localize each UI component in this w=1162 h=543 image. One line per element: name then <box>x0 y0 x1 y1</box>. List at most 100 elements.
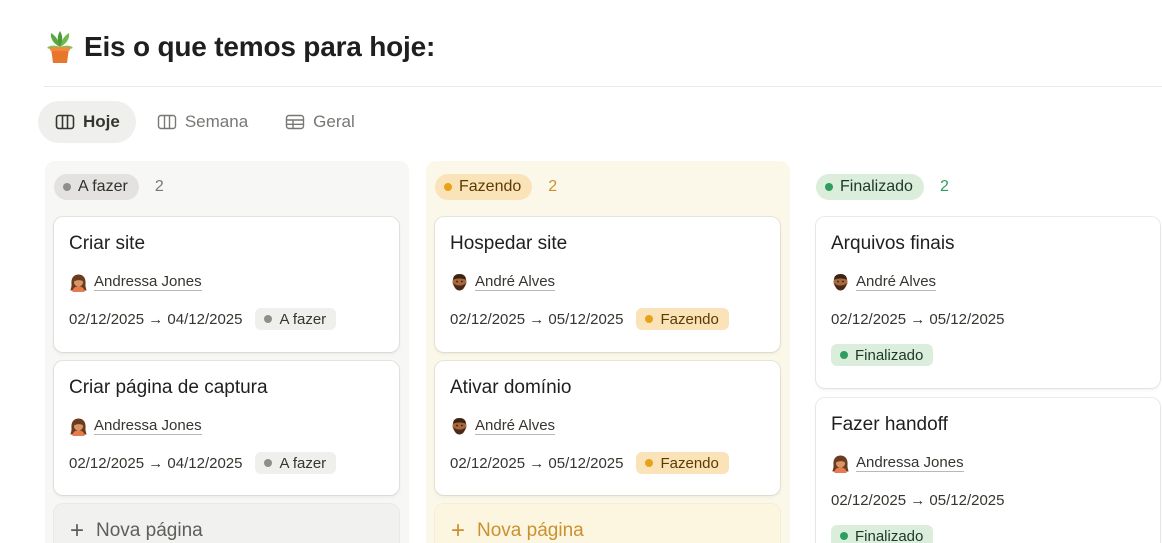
column-header: Fazendo 2 <box>435 174 557 200</box>
card-title: Fazer handoff <box>831 414 948 435</box>
column-count: 2 <box>939 178 949 195</box>
new-page-label: Nova página <box>477 520 584 541</box>
status-badge[interactable]: Finalizado <box>816 174 924 200</box>
card-meta: 02/12/2025 → 05/12/2025 <box>831 308 1145 330</box>
column-a-fazer: A fazer 2 Criar site Andressa Jones 02/1… <box>45 161 409 543</box>
tab-geral[interactable]: Geral <box>268 101 371 143</box>
status-dot-icon <box>840 532 848 540</box>
woman-avatar-icon <box>69 273 88 292</box>
status-dot-icon <box>825 183 833 191</box>
status-tag: Fazendo <box>636 452 729 474</box>
card-person[interactable]: Andressa Jones <box>69 272 384 292</box>
person-name: Andressa Jones <box>94 417 202 435</box>
page-header: Eis o que temos para hoje: <box>46 30 435 64</box>
status-tag: Finalizado <box>831 525 934 543</box>
status-tag-label: Finalizado <box>855 527 924 543</box>
person-name: André Alves <box>475 417 556 435</box>
board-icon <box>55 114 75 130</box>
column-finalizado: Finalizado 2 Arquivos finais André Alves… <box>807 161 1162 543</box>
status-dot-icon <box>840 351 848 359</box>
column-count: 2 <box>154 178 164 195</box>
plus-icon: + <box>451 517 466 543</box>
card-meta: 02/12/2025 → 05/12/2025 Fazendo <box>450 452 765 474</box>
card-title: Ativar domínio <box>450 377 572 398</box>
card[interactable]: Ativar domínio André Alves 02/12/2025 → … <box>435 361 780 495</box>
status-tag: Finalizado <box>831 344 934 366</box>
date-range: 02/12/2025 → 05/12/2025 <box>450 454 624 472</box>
date-range: 02/12/2025 → 05/12/2025 <box>831 491 1005 509</box>
man-avatar-icon <box>831 273 850 292</box>
date-range: 02/12/2025 → 05/12/2025 <box>831 310 1005 328</box>
card[interactable]: Criar página de captura Andressa Jones 0… <box>54 361 399 495</box>
card-person[interactable]: André Alves <box>450 416 765 436</box>
new-page-label: Nova página <box>96 520 203 541</box>
man-avatar-icon <box>450 273 469 292</box>
column-label: Fazendo <box>459 178 522 195</box>
status-tag: Fazendo <box>636 308 729 330</box>
title-divider <box>44 86 1162 87</box>
status-tag-label: A fazer <box>279 454 327 472</box>
card-person[interactable]: André Alves <box>450 272 765 292</box>
status-dot-icon <box>444 183 452 191</box>
person-name: Andressa Jones <box>856 454 964 472</box>
table-icon <box>285 114 305 130</box>
column-count: 2 <box>548 178 558 195</box>
tab-label: Hoje <box>83 112 120 131</box>
board-icon <box>157 114 177 130</box>
card-person[interactable]: André Alves <box>831 272 1145 292</box>
tab-label: Geral <box>313 112 355 131</box>
date-range: 02/12/2025 → 05/12/2025 <box>450 310 624 328</box>
person-name: André Alves <box>475 273 556 291</box>
card[interactable]: Arquivos finais André Alves 02/12/2025 →… <box>816 217 1160 388</box>
woman-avatar-icon <box>831 454 850 473</box>
tab-label: Semana <box>184 112 249 131</box>
card-person[interactable]: Andressa Jones <box>69 416 384 436</box>
column-label: A fazer <box>78 178 128 195</box>
status-tag-label: A fazer <box>279 310 327 328</box>
potted-plant-icon <box>46 30 74 64</box>
card-tag-row: Finalizado <box>831 525 1145 543</box>
column-header: Finalizado 2 <box>816 174 949 200</box>
plus-icon: + <box>70 517 85 543</box>
card-tag-row: Finalizado <box>831 344 1145 366</box>
card-meta: 02/12/2025 → 04/12/2025 A fazer <box>69 452 384 474</box>
card-meta: 02/12/2025 → 05/12/2025 <box>831 489 1145 511</box>
card-title: Criar site <box>69 233 146 254</box>
tab-semana[interactable]: Semana <box>140 101 264 143</box>
status-tag-label: Fazendo <box>660 310 719 328</box>
new-page-button[interactable]: + Nova página <box>435 504 780 543</box>
card-title: Arquivos finais <box>831 233 955 254</box>
status-tag: A fazer <box>255 452 337 474</box>
status-tag-label: Finalizado <box>855 346 924 364</box>
person-name: André Alves <box>856 273 937 291</box>
date-range: 02/12/2025 → 04/12/2025 <box>69 310 243 328</box>
status-tag: A fazer <box>255 308 337 330</box>
woman-avatar-icon <box>69 417 88 436</box>
status-dot-icon <box>264 459 273 467</box>
card[interactable]: Criar site Andressa Jones 02/12/2025 → 0… <box>54 217 399 352</box>
page-title: Eis o que temos para hoje: <box>84 31 436 62</box>
status-badge[interactable]: A fazer <box>54 174 139 200</box>
status-dot-icon <box>645 315 654 323</box>
status-tag-label: Fazendo <box>660 454 719 472</box>
view-tabs: Hoje Semana Geral <box>38 101 375 143</box>
card-person[interactable]: Andressa Jones <box>831 453 1145 473</box>
date-range: 02/12/2025 → 04/12/2025 <box>69 454 243 472</box>
card-title: Hospedar site <box>450 233 568 254</box>
card[interactable]: Fazer handoff Andressa Jones 02/12/2025 … <box>816 398 1160 543</box>
status-badge[interactable]: Fazendo <box>435 174 533 200</box>
card[interactable]: Hospedar site André Alves 02/12/2025 → 0… <box>435 217 780 352</box>
card-meta: 02/12/2025 → 04/12/2025 A fazer <box>69 308 384 330</box>
person-name: Andressa Jones <box>94 273 202 291</box>
column-fazendo: Fazendo 2 Hospedar site André Alves 02/1… <box>426 161 790 543</box>
man-avatar-icon <box>450 417 469 436</box>
card-meta: 02/12/2025 → 05/12/2025 Fazendo <box>450 308 765 330</box>
column-label: Finalizado <box>840 178 913 195</box>
status-dot-icon <box>63 183 71 191</box>
status-dot-icon <box>645 459 654 467</box>
column-header: A fazer 2 <box>54 174 164 200</box>
status-dot-icon <box>264 315 273 323</box>
new-page-button[interactable]: + Nova página <box>54 504 399 543</box>
tab-hoje[interactable]: Hoje <box>38 101 136 143</box>
card-title: Criar página de captura <box>69 377 268 398</box>
